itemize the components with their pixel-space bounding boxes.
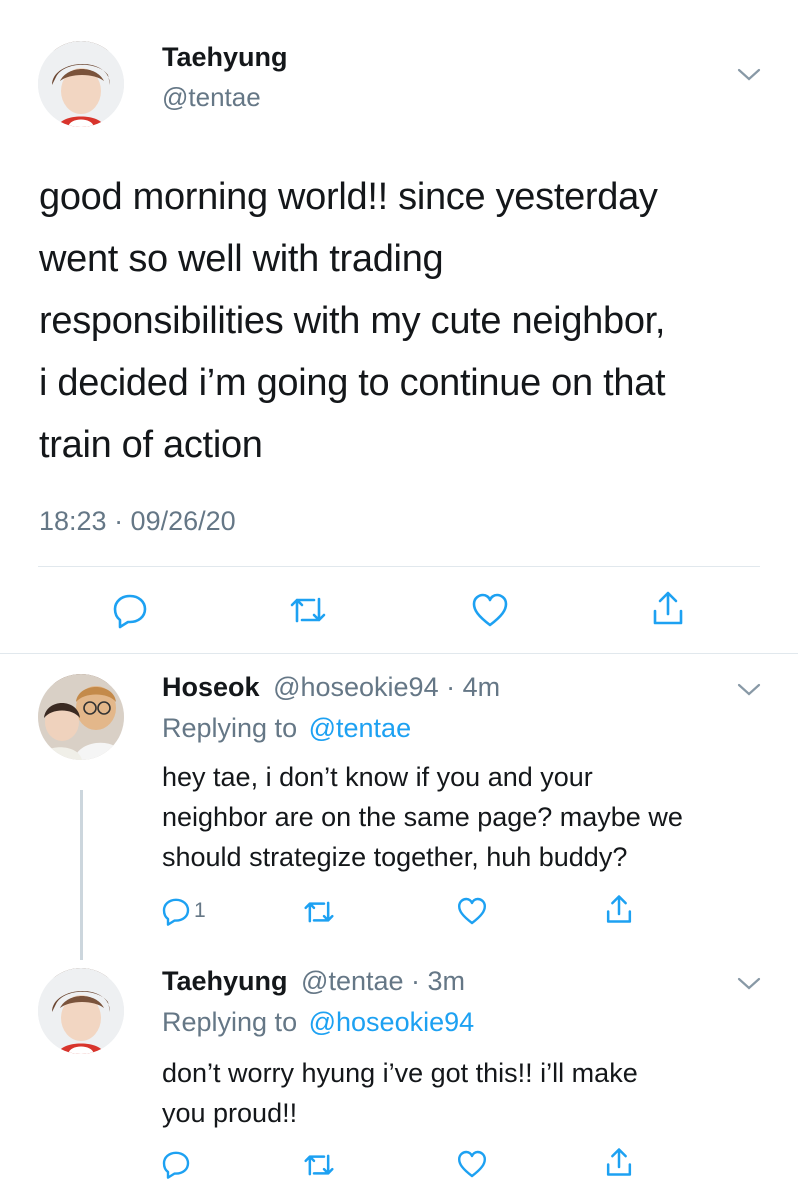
author-name[interactable]: Taehyung bbox=[162, 966, 288, 996]
like-icon bbox=[470, 590, 510, 630]
tweet-text: good morning world!! since yesterday wen… bbox=[39, 166, 666, 476]
share-icon bbox=[604, 892, 634, 926]
tweet-text-line: responsibilities with my cute neighbor, bbox=[39, 300, 666, 342]
replying-to-handle[interactable]: @tentae bbox=[309, 713, 411, 743]
chevron-down-icon[interactable] bbox=[737, 682, 761, 698]
retweet-icon bbox=[288, 592, 328, 628]
replying-to: Replying to @hoseokie94 bbox=[162, 1007, 474, 1038]
like-button[interactable] bbox=[470, 590, 510, 630]
chevron-down-icon[interactable] bbox=[737, 976, 761, 992]
reply-text-line: hey tae, i don’t know if you and your bbox=[162, 762, 593, 792]
like-button[interactable] bbox=[456, 895, 488, 927]
share-button[interactable] bbox=[650, 588, 686, 628]
author-handle[interactable]: @tentae bbox=[162, 82, 261, 113]
retweet-icon bbox=[302, 1150, 336, 1180]
author-name[interactable]: Hoseok bbox=[162, 672, 260, 702]
reply-text-line: neighbor are on the same page? maybe we bbox=[162, 802, 683, 832]
reply-text-line: should strategize together, huh buddy? bbox=[162, 842, 628, 872]
retweet-button[interactable] bbox=[288, 592, 328, 628]
tweet-timestamp: 18:23 · 09/26/20 bbox=[39, 506, 236, 536]
avatar[interactable] bbox=[38, 674, 124, 760]
reply-button[interactable]: 1 bbox=[160, 895, 206, 927]
reply-text-line: you proud!! bbox=[162, 1098, 298, 1128]
retweet-icon bbox=[302, 897, 336, 927]
divider bbox=[38, 566, 760, 567]
author-handle-time[interactable]: @tentae · 3m bbox=[301, 966, 465, 996]
chevron-down-icon[interactable] bbox=[737, 67, 761, 83]
author-name[interactable]: Taehyung bbox=[162, 42, 288, 73]
reply-icon bbox=[160, 1148, 192, 1180]
tweet-text-line: good morning world!! since yesterday bbox=[39, 176, 658, 218]
avatar[interactable] bbox=[38, 968, 124, 1054]
replying-to-handle[interactable]: @hoseokie94 bbox=[309, 1007, 475, 1037]
tweet-text-line: went so well with trading bbox=[39, 238, 444, 280]
reply-header: Hoseok @hoseokie94 · 4m bbox=[162, 672, 500, 703]
like-icon bbox=[456, 895, 488, 927]
avatar[interactable] bbox=[38, 41, 124, 127]
reply-header: Taehyung @tentae · 3m bbox=[162, 966, 465, 997]
reply-text: don’t worry hyung i’ve got this!! i’ll m… bbox=[162, 1053, 638, 1133]
reply-text: hey tae, i don’t know if you and your ne… bbox=[162, 757, 683, 877]
reply-text-line: don’t worry hyung i’ve got this!! i’ll m… bbox=[162, 1058, 638, 1088]
reply-button[interactable] bbox=[160, 1148, 192, 1180]
reply-button[interactable] bbox=[110, 590, 150, 630]
divider bbox=[0, 653, 798, 654]
author-handle-time[interactable]: @hoseokie94 · 4m bbox=[273, 672, 500, 702]
share-icon bbox=[650, 588, 686, 628]
share-icon bbox=[604, 1145, 634, 1179]
retweet-button[interactable] bbox=[302, 897, 336, 927]
tweet-text-line: i decided i’m going to continue on that bbox=[39, 362, 666, 404]
share-button[interactable] bbox=[604, 1145, 634, 1179]
replying-to-label: Replying to bbox=[162, 1007, 298, 1037]
reply-icon bbox=[160, 895, 192, 927]
retweet-button[interactable] bbox=[302, 1150, 336, 1180]
like-button[interactable] bbox=[456, 1148, 488, 1180]
share-button[interactable] bbox=[604, 892, 634, 926]
replying-to-label: Replying to bbox=[162, 713, 298, 743]
tweet-text-line: train of action bbox=[39, 424, 263, 466]
reply-icon bbox=[110, 590, 150, 630]
thread-line bbox=[80, 790, 83, 960]
replying-to: Replying to @tentae bbox=[162, 713, 411, 744]
like-icon bbox=[456, 1148, 488, 1180]
reply-count: 1 bbox=[194, 899, 206, 922]
